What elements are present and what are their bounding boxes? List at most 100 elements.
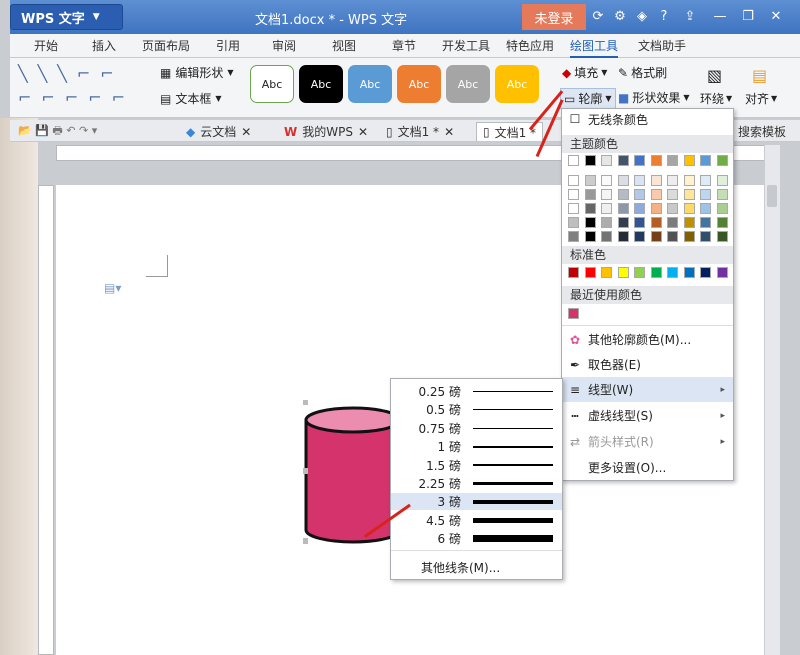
standard-color-swatch[interactable] [650, 267, 662, 278]
theme-color-swatch[interactable] [568, 217, 579, 228]
standard-color-swatch[interactable] [568, 267, 579, 278]
close-icon[interactable]: ✕ [358, 125, 368, 139]
align-button[interactable]: 对齐 ▼ [745, 90, 777, 107]
fill-button[interactable]: ◆ 填充 ▼ [562, 64, 607, 81]
theme-color-swatch[interactable] [716, 203, 728, 214]
theme-color-swatch[interactable] [601, 175, 612, 186]
tab-start[interactable]: 开始 [34, 37, 58, 54]
settings-icon[interactable]: ⚙ [612, 9, 628, 25]
standard-color-swatch[interactable] [716, 267, 728, 278]
shape-style-4[interactable]: Abc [397, 65, 441, 103]
app-menu-button[interactable]: WPS 文字 ▼ [10, 4, 123, 30]
vertical-scrollbar[interactable] [764, 145, 780, 655]
resize-handle[interactable] [303, 538, 308, 544]
text-box-button[interactable]: ▤ 文本框 ▼ [160, 90, 222, 107]
theme-color-swatch[interactable] [634, 231, 645, 242]
tab-my-wps[interactable]: W 我的WPS ✕ [278, 122, 374, 141]
no-line-color-item[interactable]: ☐ 无线条颜色 [562, 109, 733, 129]
theme-color-swatch[interactable] [716, 175, 728, 186]
theme-color-swatch[interactable] [667, 189, 678, 200]
line-width-option[interactable]: 0.25 磅 [391, 383, 562, 400]
theme-color-swatch[interactable] [617, 175, 629, 186]
theme-color-swatch[interactable] [584, 217, 596, 228]
tab-developer[interactable]: 开发工具 [442, 37, 490, 54]
standard-color-swatch[interactable] [584, 267, 596, 278]
more-settings-item[interactable]: 更多设置(O)... [562, 455, 733, 480]
more-lines-item[interactable]: 其他线条(M)... [421, 559, 500, 576]
theme-color-swatch[interactable] [667, 203, 678, 214]
standard-color-swatch[interactable] [617, 267, 629, 278]
theme-color-swatch[interactable] [667, 231, 678, 242]
tab-view[interactable]: 视图 [332, 37, 356, 54]
shape-style-3[interactable]: Abc [348, 65, 392, 103]
cylinder-shape[interactable] [303, 400, 403, 545]
tab-document-1[interactable]: ▯ 文档1 * ✕ [380, 122, 460, 141]
theme-color-swatch[interactable] [683, 231, 695, 242]
shape-style-1[interactable]: Abc [250, 65, 294, 103]
tab-page-layout[interactable]: 页面布局 [142, 37, 190, 54]
shape-style-2[interactable]: Abc [299, 65, 343, 103]
tab-cloud-doc[interactable]: ◆ 云文档 ✕ [180, 122, 257, 141]
line-width-option[interactable]: 2.25 磅 [391, 475, 562, 492]
theme-color-swatch[interactable] [700, 203, 711, 214]
theme-color-swatch[interactable] [601, 231, 612, 242]
shape-style-5[interactable]: Abc [446, 65, 490, 103]
refresh-icon[interactable]: ⟳ [590, 9, 606, 25]
shape-effect-button[interactable]: ■ 形状效果 ▼ [618, 89, 690, 106]
theme-color-swatch[interactable] [568, 203, 579, 214]
theme-color-swatch[interactable] [584, 203, 596, 214]
outline-button[interactable]: ▭ 轮廓 ▼ [560, 88, 616, 109]
paste-options-icon[interactable]: ▤▾ [104, 281, 121, 295]
upload-icon[interactable]: ⇪ [682, 9, 698, 25]
standard-color-swatch[interactable] [601, 267, 612, 278]
tab-reference[interactable]: 引用 [216, 37, 240, 54]
theme-color-swatch[interactable] [634, 155, 645, 166]
standard-color-swatch[interactable] [700, 267, 711, 278]
tab-special[interactable]: 特色应用 [506, 37, 554, 54]
help-icon[interactable]: ? [656, 9, 672, 25]
theme-color-swatch[interactable] [683, 175, 695, 186]
theme-color-swatch[interactable] [667, 175, 678, 186]
line-width-option[interactable]: 1.5 磅 [391, 457, 562, 474]
theme-color-swatch[interactable] [601, 203, 612, 214]
theme-color-swatch[interactable] [650, 217, 662, 228]
theme-color-swatch[interactable] [667, 217, 678, 228]
theme-color-swatch[interactable] [634, 217, 645, 228]
theme-color-swatch[interactable] [601, 155, 612, 166]
theme-color-swatch[interactable] [568, 175, 579, 186]
quick-access-icons[interactable]: 📂 💾 🖶 ↶ ↷ ▾ [12, 122, 103, 141]
tab-insert[interactable]: 插入 [92, 37, 116, 54]
theme-color-swatch[interactable] [617, 189, 629, 200]
minimize-icon[interactable]: — [712, 9, 728, 25]
line-width-option[interactable]: 6 磅 [391, 530, 562, 547]
more-outline-colors-item[interactable]: ✿ 其他轮廓颜色(M)... [562, 327, 733, 352]
recent-color-swatch[interactable] [568, 308, 579, 319]
standard-color-swatch[interactable] [683, 267, 695, 278]
theme-color-swatch[interactable] [634, 175, 645, 186]
close-icon[interactable]: ✕ [241, 125, 251, 139]
vertical-ruler[interactable] [38, 185, 54, 655]
line-width-option[interactable]: 3 磅 [391, 493, 562, 511]
theme-color-swatch[interactable] [716, 217, 728, 228]
theme-color-swatch[interactable] [716, 231, 728, 242]
search-template-link[interactable]: 搜索模板 [732, 122, 792, 141]
close-icon[interactable]: ✕ [444, 125, 454, 139]
theme-color-swatch[interactable] [683, 155, 695, 166]
theme-color-swatch[interactable] [667, 155, 678, 166]
theme-color-swatch[interactable] [716, 189, 728, 200]
resize-handle[interactable] [303, 468, 308, 474]
line-width-option[interactable]: 0.75 磅 [391, 420, 562, 437]
theme-color-swatch[interactable] [617, 155, 629, 166]
format-painter-button[interactable]: ✎ 格式刷 [618, 64, 667, 81]
close-icon[interactable]: ✕ [768, 9, 784, 25]
line-shapes-gallery[interactable]: ╲╲╲⌐⌐ ⌐⌐⌐⌐⌐ [18, 62, 133, 112]
theme-color-swatch[interactable] [683, 189, 695, 200]
theme-color-swatch[interactable] [634, 203, 645, 214]
theme-color-swatch[interactable] [617, 231, 629, 242]
tab-review[interactable]: 审阅 [272, 37, 296, 54]
theme-color-swatch[interactable] [700, 155, 711, 166]
tab-doc-assistant[interactable]: 文档助手 [638, 37, 686, 54]
wrap-button[interactable]: 环绕 ▼ [700, 90, 732, 107]
theme-color-swatch[interactable] [700, 217, 711, 228]
skin-icon[interactable]: ◈ [634, 9, 650, 25]
